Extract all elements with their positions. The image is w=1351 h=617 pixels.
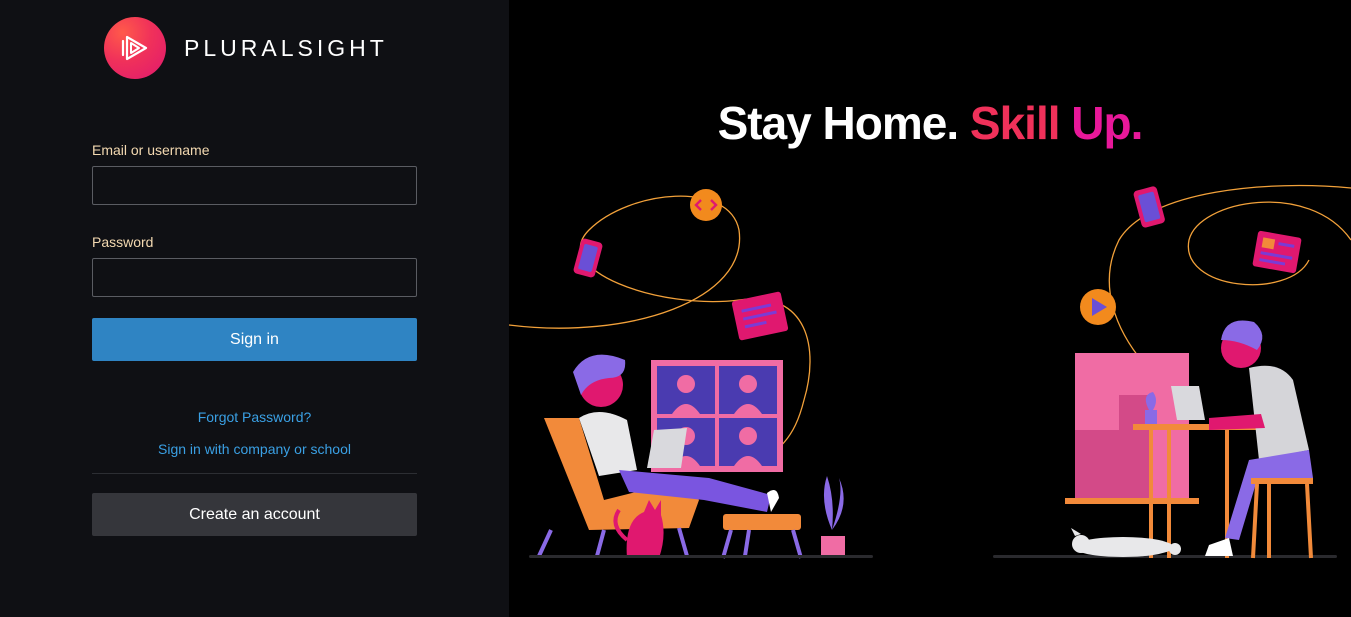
email-label: Email or username xyxy=(92,142,210,158)
play-triangle-icon xyxy=(104,17,166,79)
login-panel: PLURALSIGHT Email or username Password S… xyxy=(0,0,509,617)
company-sign-in-link[interactable]: Sign in with company or school xyxy=(92,441,417,457)
code-icon xyxy=(690,189,722,221)
stool xyxy=(1251,478,1313,559)
play-button-icon xyxy=(1080,289,1116,325)
brand-name: PLURALSIGHT xyxy=(184,34,388,61)
password-label: Password xyxy=(92,234,154,250)
forgot-password-link[interactable]: Forgot Password? xyxy=(92,409,417,425)
person-at-desk xyxy=(1205,320,1313,556)
ottoman xyxy=(721,514,803,559)
login-page: PLURALSIGHT Email or username Password S… xyxy=(0,0,1351,617)
plant-left xyxy=(821,476,845,558)
sign-in-button[interactable]: Sign in xyxy=(92,318,417,361)
create-account-button[interactable]: Create an account xyxy=(92,493,417,536)
floor-shadow-right xyxy=(993,555,1337,558)
floor-shadow-left xyxy=(529,555,873,558)
phone-icon-right xyxy=(1133,186,1165,228)
email-field[interactable] xyxy=(92,166,417,205)
cat-right xyxy=(1071,528,1181,557)
phone-icon xyxy=(573,238,603,278)
password-field[interactable] xyxy=(92,258,417,297)
work-from-home-illustration xyxy=(509,184,1351,559)
divider xyxy=(92,473,417,474)
promo-panel: Stay Home. Skill Up. xyxy=(509,0,1351,617)
article-icon xyxy=(1252,230,1302,274)
document-icon xyxy=(731,291,789,341)
pluralsight-logo[interactable]: PLURALSIGHT xyxy=(104,17,388,79)
